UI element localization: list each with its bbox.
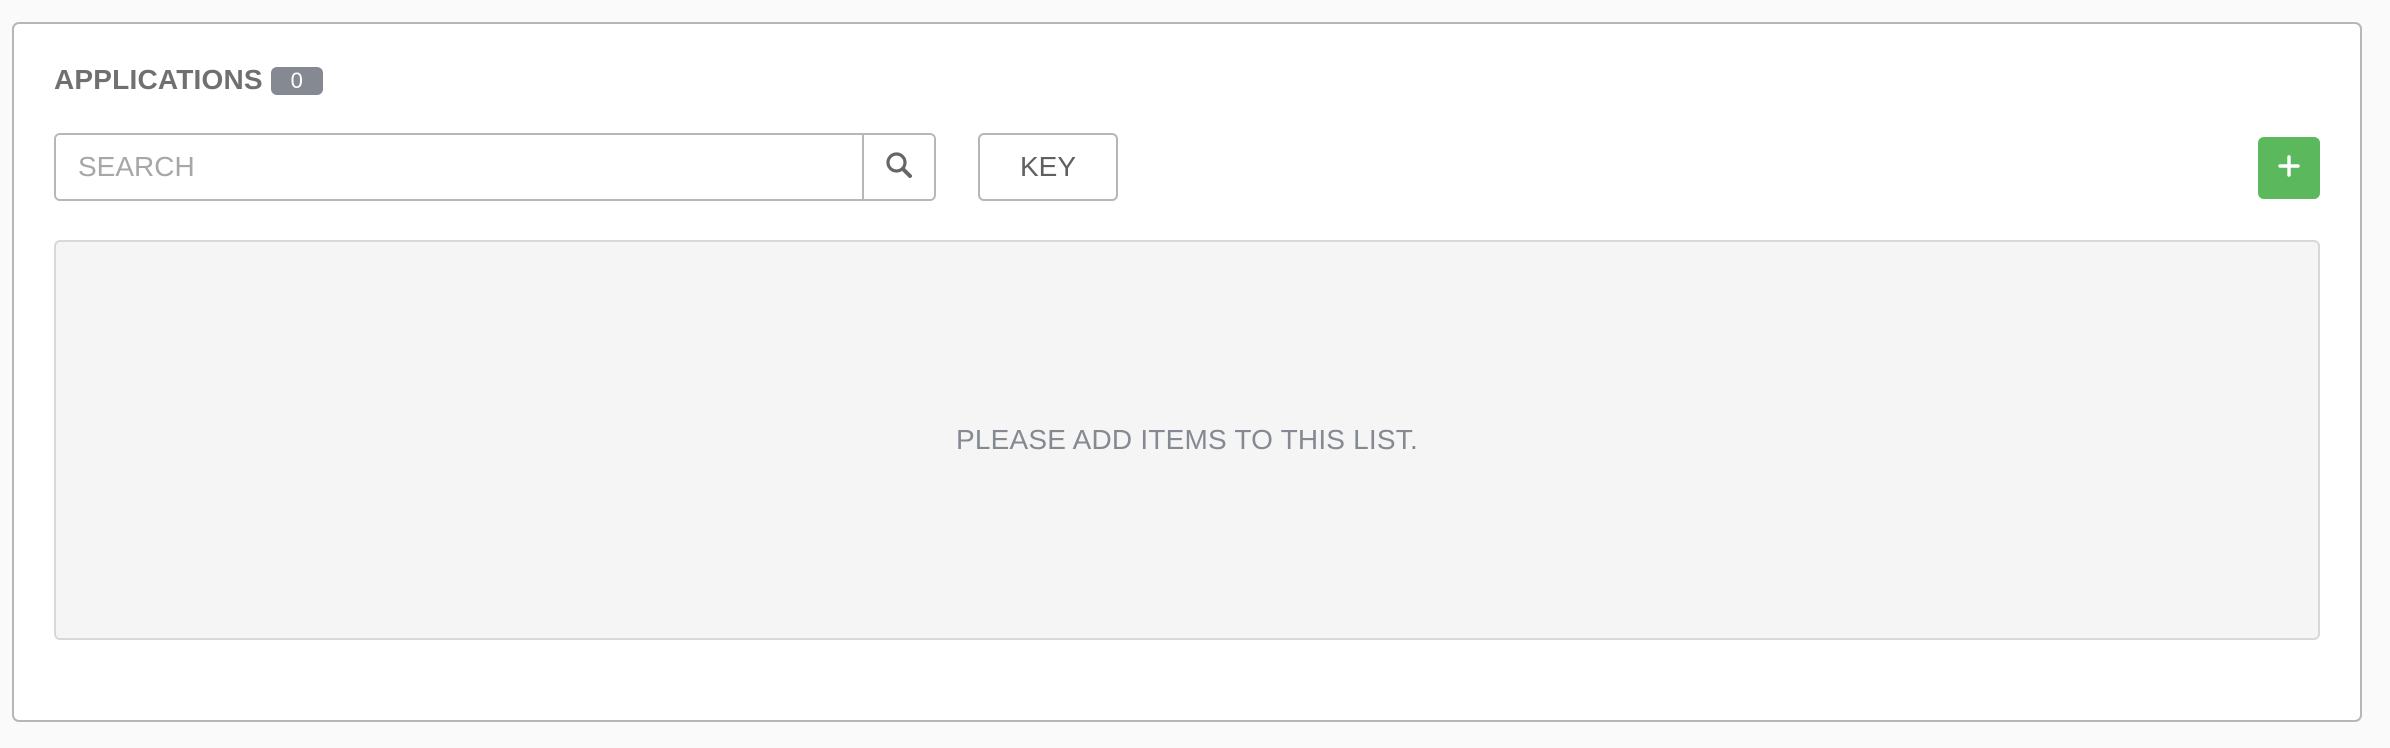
applications-panel: APPLICATIONS 0 KEY PLEASE ADD ITEMS TO T… [12, 22, 2362, 722]
count-badge: 0 [270, 67, 323, 95]
search-icon [884, 150, 914, 185]
panel-header: APPLICATIONS 0 [54, 60, 323, 100]
search-input[interactable] [56, 135, 862, 199]
empty-list-message: PLEASE ADD ITEMS TO THIS LIST. [956, 424, 1418, 455]
empty-list: PLEASE ADD ITEMS TO THIS LIST. [54, 240, 2320, 640]
key-button[interactable]: KEY [978, 133, 1118, 201]
plus-icon [2276, 153, 2302, 184]
search-button[interactable] [862, 135, 934, 199]
search-bar [54, 133, 936, 201]
add-button[interactable] [2258, 137, 2320, 199]
panel-title: APPLICATIONS [54, 64, 263, 95]
